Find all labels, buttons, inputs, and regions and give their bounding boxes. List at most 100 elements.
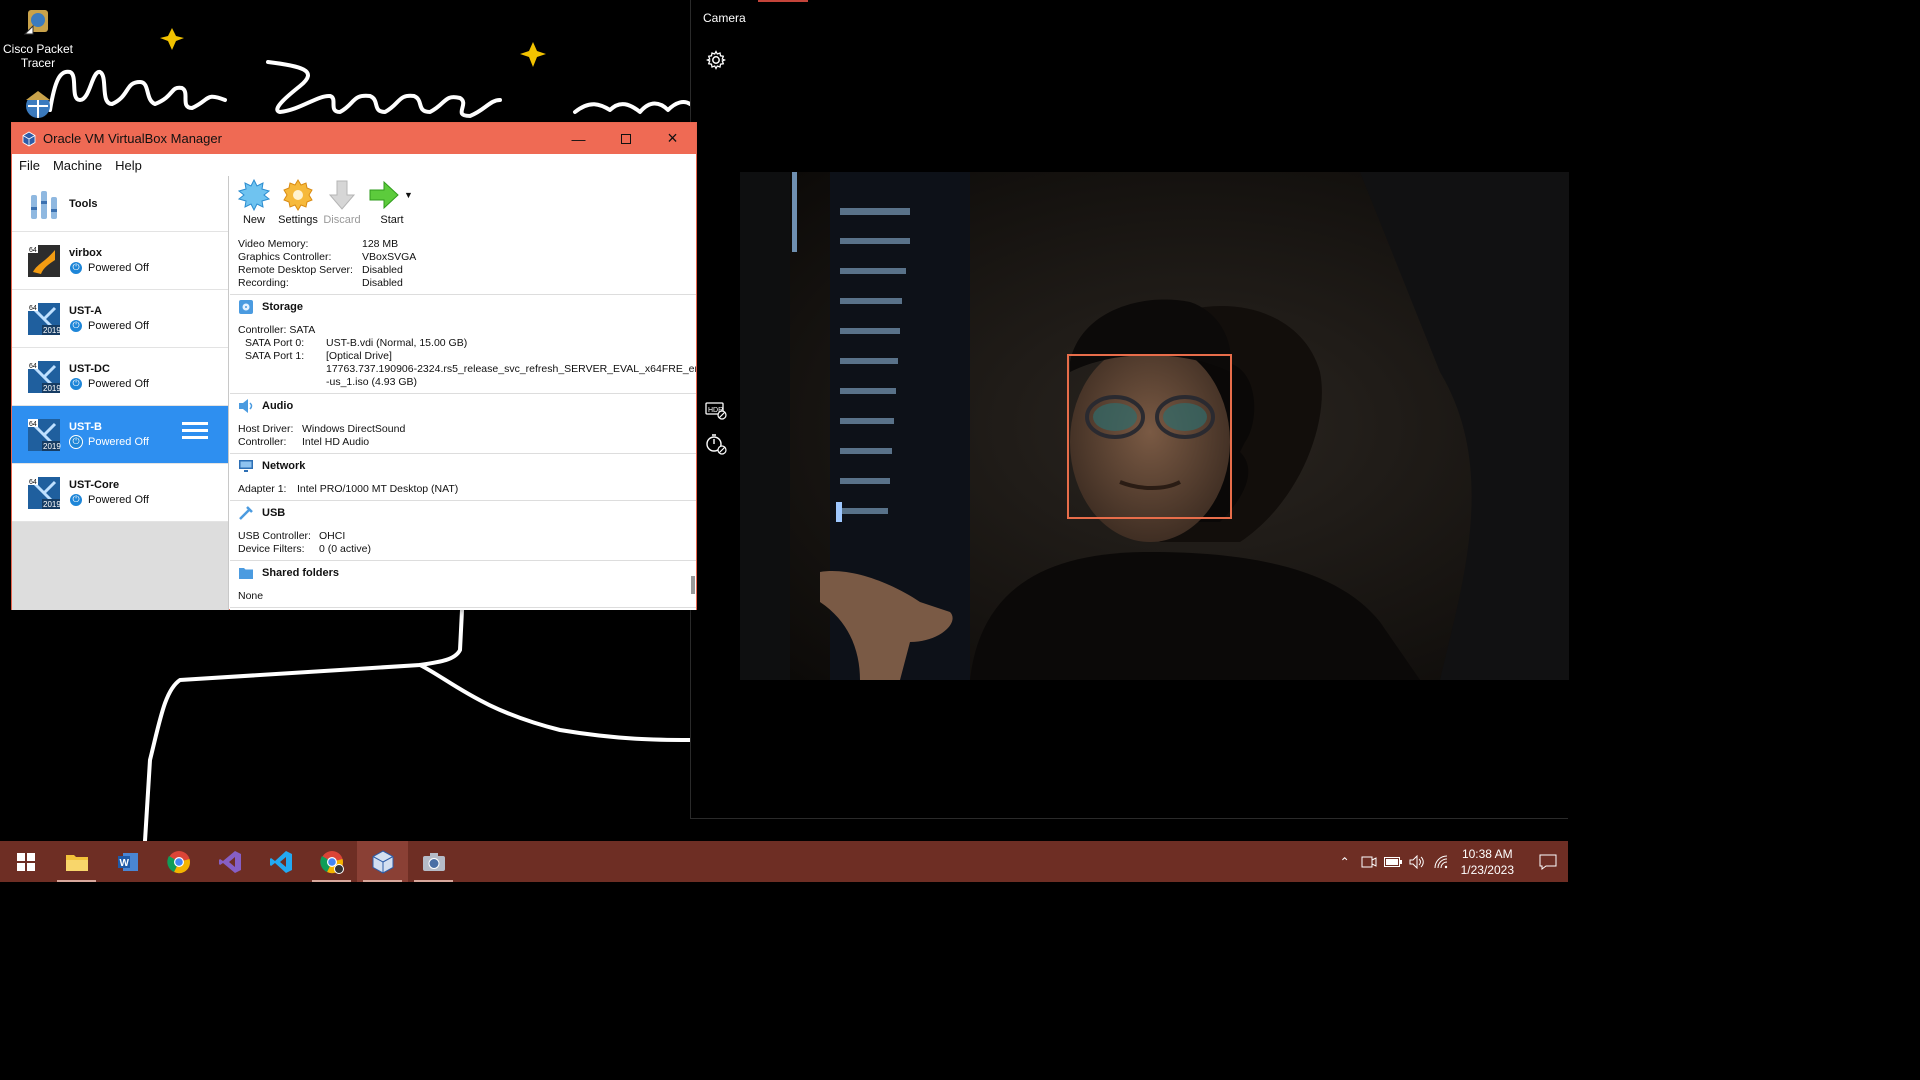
battery-icon[interactable] [1381, 856, 1405, 867]
storage-disk-icon [239, 300, 253, 314]
storage-iso-line: -us_1.iso (4.93 GB) [326, 376, 418, 388]
vm-os-icon: 2019 64 [27, 418, 61, 452]
volume-icon[interactable] [1405, 854, 1429, 869]
tools-item[interactable]: Tools [12, 176, 228, 232]
taskbar-virtualbox[interactable] [357, 841, 408, 882]
vm-item-ust-core[interactable]: 2019 64 UST-Core ⏻ Powered Off [12, 464, 228, 522]
usb-value: OHCI [319, 530, 346, 542]
vm-details-menu-icon[interactable] [182, 422, 208, 446]
notifications-icon[interactable] [1528, 854, 1568, 870]
settings-gear-icon[interactable] [704, 48, 728, 72]
vm-status-text: Powered Off [88, 261, 149, 274]
vm-status: ⏻ Powered Off [69, 492, 149, 507]
audio-value: Intel HD Audio [302, 436, 370, 448]
svg-text:2019: 2019 [43, 500, 61, 509]
taskbar-chrome-profile[interactable] [306, 841, 357, 882]
display-value: VBoxSVGA [362, 251, 417, 263]
timer-off-icon[interactable] [704, 432, 728, 456]
taskbar-word[interactable]: W [102, 841, 153, 882]
desktop-icon-network[interactable] [0, 88, 76, 124]
discard-arrow-down-icon [326, 179, 358, 211]
start-button[interactable]: ▼ Start [364, 179, 420, 226]
chevron-up-icon[interactable]: ⌃ [1333, 855, 1357, 869]
menu-machine[interactable]: Machine [53, 158, 102, 173]
display-section: Video Memory: 128 MB Graphics Controller:… [230, 232, 696, 295]
virtualbox-icon [372, 849, 393, 874]
desktop-icon-cisco-packet-tracer[interactable]: Cisco Packet Tracer [0, 6, 76, 70]
audio-section: Audio Host Driver: Windows DirectSound Co… [230, 394, 696, 454]
svg-text:64: 64 [29, 363, 37, 370]
audio-key: Controller: [238, 436, 287, 448]
maximize-button[interactable] [602, 123, 649, 154]
new-button[interactable]: New [232, 178, 276, 226]
shared-folders-value: None [238, 590, 264, 602]
vm-list-sidebar: Tools 64 virbox ⏻ Powered Off 2019 64 UST-… [12, 176, 229, 610]
vm-os-icon: 64 [27, 244, 61, 278]
start-menu-button[interactable] [0, 841, 51, 882]
minimize-button[interactable]: — [555, 123, 602, 154]
vm-name: UST-A [69, 304, 102, 317]
section-title[interactable]: USB [262, 507, 285, 519]
taskbar-vscode[interactable] [255, 841, 306, 882]
vm-item-ust-a[interactable]: 2019 64 UST-A ⏻ Powered Off [12, 290, 228, 348]
close-button[interactable]: × [649, 123, 696, 154]
close-icon: × [667, 128, 678, 148]
taskbar-chrome[interactable] [153, 841, 204, 882]
vm-item-ust-b[interactable]: 2019 64 UST-B ⏻ Powered Off [12, 406, 228, 464]
vm-item-virbox[interactable]: 64 virbox ⏻ Powered Off [12, 232, 228, 290]
taskbar-file-explorer[interactable] [51, 841, 102, 882]
virtualbox-app-icon [22, 131, 36, 146]
power-off-icon: ⏻ [69, 376, 83, 391]
settings-gear-icon [282, 179, 314, 211]
taskbar-clock[interactable]: 10:38 AM 1/23/2023 [1461, 846, 1514, 878]
file-explorer-icon [65, 854, 88, 871]
usb-value: 0 (0 active) [319, 543, 371, 555]
audio-key: Host Driver: [238, 423, 294, 435]
wifi-icon[interactable] [1429, 855, 1453, 869]
section-title[interactable]: Storage [262, 301, 303, 313]
camera-preview [740, 172, 1569, 680]
taskbar-visual-studio[interactable] [204, 841, 255, 882]
taskbar-camera[interactable] [408, 841, 459, 882]
vbox-titlebar[interactable]: Oracle VM VirtualBox Manager — × [12, 123, 696, 154]
new-label: New [242, 214, 265, 226]
section-title[interactable]: Audio [262, 400, 293, 412]
settings-button[interactable]: Settings [276, 179, 320, 226]
meet-now-icon[interactable] [1357, 855, 1381, 869]
new-icon [237, 178, 271, 212]
vm-status: ⏻ Powered Off [69, 318, 149, 333]
chrome-icon [166, 850, 190, 873]
menu-file[interactable]: File [19, 158, 40, 173]
usb-icon [239, 506, 253, 520]
power-off-icon: ⏻ [69, 260, 83, 275]
display-key: Remote Desktop Server: [238, 264, 353, 276]
vm-status-text: Powered Off [88, 493, 149, 506]
storage-iso-line: 17763.737.190906-2324.rs5_release_svc_re… [326, 363, 696, 375]
display-key: Graphics Controller: [238, 251, 332, 263]
display-value: Disabled [362, 264, 403, 276]
usb-key: Device Filters: [238, 543, 305, 555]
details-scrollbar[interactable] [691, 576, 695, 594]
power-off-icon: ⏻ [69, 318, 83, 333]
start-dropdown-chevron-icon[interactable]: ▼ [404, 190, 413, 200]
display-value: Disabled [362, 277, 403, 289]
discard-button[interactable]: Discard [320, 179, 364, 226]
network-section: Network Adapter 1: Intel PRO/1000 MT Desk… [230, 454, 696, 501]
word-icon: W [117, 852, 138, 871]
vscode-icon [269, 850, 292, 873]
settings-label: Settings [278, 214, 318, 226]
vm-name: UST-Core [69, 478, 120, 491]
vm-os-icon: 2019 64 [27, 476, 61, 510]
section-title[interactable]: Shared folders [262, 567, 339, 579]
svg-text:2019: 2019 [43, 442, 61, 451]
hdr-off-icon[interactable]: HDR [704, 398, 728, 422]
clock-date: 1/23/2023 [1460, 862, 1514, 877]
menu-help[interactable]: Help [115, 158, 142, 173]
display-key: Video Memory: [238, 238, 309, 250]
section-title[interactable]: Network [262, 460, 305, 472]
network-key: Adapter 1: [238, 483, 287, 495]
vm-status: ⏻ Powered Off [69, 376, 149, 391]
packet-tracer-icon [21, 6, 55, 40]
vm-item-ust-dc[interactable]: 2019 64 UST-DC ⏻ Powered Off [12, 348, 228, 406]
svg-text:64: 64 [29, 247, 37, 254]
